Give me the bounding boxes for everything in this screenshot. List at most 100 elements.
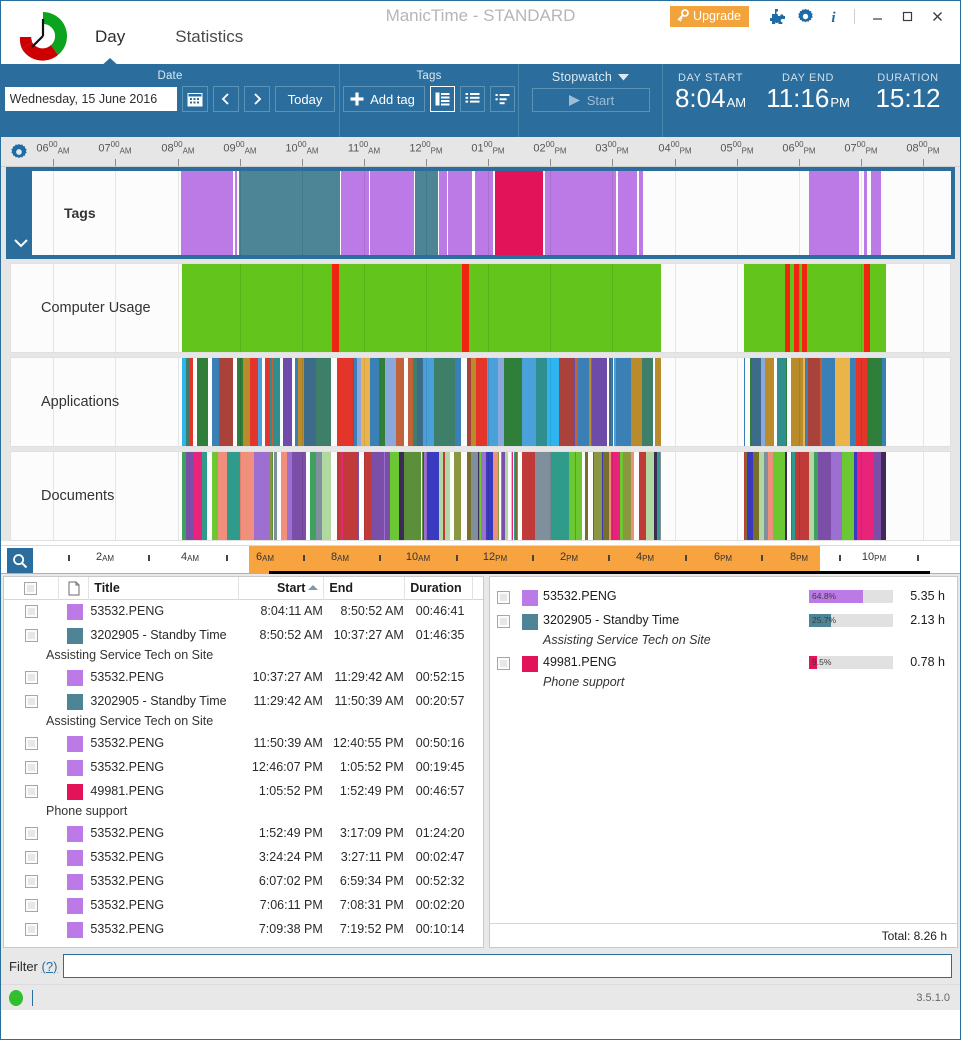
application-band-8[interactable] [538,358,547,446]
application-band-2[interactable] [190,358,193,446]
application-band-6[interactable] [835,358,850,446]
select-all-checkbox[interactable] [24,582,38,595]
document-band-5[interactable] [818,452,831,540]
document-band-11[interactable] [274,452,277,540]
document-band-8[interactable] [390,452,399,540]
close-button[interactable] [922,4,952,28]
application-band-16[interactable] [283,358,292,446]
application-band-9[interactable] [396,358,404,446]
header-end[interactable]: End [324,577,406,600]
row-checkbox[interactable] [25,671,39,684]
document-band-14[interactable] [427,452,439,540]
document-band-39[interactable] [660,452,661,540]
tag-band-7[interactable] [439,171,447,255]
row-checkbox-cell[interactable] [4,756,60,774]
view-detailed-list-button[interactable] [429,86,455,112]
tag-band-11[interactable] [491,171,493,255]
tags-collapse-handle[interactable] [10,171,32,255]
document-band-14[interactable] [292,452,306,540]
tag-band-18[interactable] [864,171,867,255]
application-band-15[interactable] [277,358,280,446]
document-band-33[interactable] [623,452,631,540]
usage-band-1[interactable] [332,264,339,352]
track-documents[interactable]: Documents [10,451,951,541]
gear-icon[interactable] [791,4,819,28]
document-band-34[interactable] [631,452,634,540]
application-band-9[interactable] [250,358,258,446]
application-band-3[interactable] [197,358,208,446]
tag-band-0[interactable] [181,171,233,255]
application-band-2[interactable] [752,358,761,446]
add-tag-button[interactable]: Add tag [343,86,425,112]
usage-band-3[interactable] [462,264,469,352]
document-band-26[interactable] [594,452,602,540]
document-band-5[interactable] [218,452,227,540]
row-checkbox-cell[interactable] [4,822,60,840]
today-button[interactable]: Today [274,86,336,112]
row-checkbox-cell[interactable] [4,600,60,618]
table-row[interactable]: 53532.PENG 8:04:11 AM 8:50:52 AM 00:46:41 [4,600,483,624]
document-band-11[interactable] [881,452,886,540]
header-duration[interactable]: Duration [405,577,474,600]
application-band-2[interactable] [476,358,487,446]
stopwatch-start-button[interactable]: Start [531,88,650,112]
application-band-20[interactable] [316,358,331,446]
usage-band-0[interactable] [182,264,332,352]
application-band-23[interactable] [642,358,653,446]
row-checkbox-cell[interactable] [4,666,60,684]
application-band-15[interactable] [455,358,461,446]
summary-row[interactable]: 3202905 - Standby Time 25.7% 2.13 h [490,609,957,633]
application-band-5[interactable] [822,358,835,446]
document-band-13[interactable] [512,452,513,540]
row-checkbox[interactable] [25,899,39,912]
row-checkbox[interactable] [25,851,39,864]
document-band-2[interactable] [795,452,809,540]
tag-band-15[interactable] [618,171,637,255]
document-band-7[interactable] [773,452,785,540]
view-summary-list-button[interactable] [489,86,515,112]
document-band-36[interactable] [646,452,654,540]
tag-band-1[interactable] [235,171,237,255]
row-checkbox-cell[interactable] [4,870,60,888]
timeline-overview-scrollbar[interactable]: 2AM 4AM 6AM 8AM 10AM 12PM 2PM 4PM 6PM 8PM 10PM [1,545,960,574]
header-start[interactable]: Start [239,577,325,600]
document-band-3[interactable] [358,452,359,540]
row-checkbox-cell[interactable] [4,690,60,708]
document-band-8[interactable] [254,452,270,540]
upgrade-button[interactable]: Upgrade [670,5,749,27]
application-band-4[interactable] [212,358,219,446]
document-band-6[interactable] [831,452,842,540]
document-band-8[interactable] [785,452,787,540]
date-input[interactable] [4,87,177,111]
document-band-7[interactable] [240,452,254,540]
row-checkbox-cell[interactable] [4,624,60,642]
application-band-20[interactable] [616,358,631,446]
calendar-picker-button[interactable] [181,86,208,112]
document-band-24[interactable] [585,452,588,540]
document-band-17[interactable] [522,452,535,540]
document-band-5[interactable] [371,452,384,540]
summary-checkbox[interactable] [497,615,510,628]
document-band-17[interactable] [445,452,450,540]
document-band-3[interactable] [202,452,207,540]
application-band-13[interactable] [423,358,434,446]
document-band-7[interactable] [842,452,854,540]
tags-track-canvas[interactable]: Tags [32,171,951,255]
row-checkbox-cell[interactable] [4,846,60,864]
table-row[interactable]: 53532.PENG 7:06:11 PM 7:08:31 PM 00:02:20 [4,894,483,918]
row-checkbox[interactable] [25,761,39,774]
application-band-14[interactable] [434,358,455,446]
application-band-8[interactable] [243,358,250,446]
tag-band-5[interactable] [370,171,414,255]
usage-band-4[interactable] [469,264,661,352]
row-checkbox-cell[interactable] [4,732,60,750]
document-band-8[interactable] [498,452,499,540]
row-checkbox-cell[interactable] [4,780,60,798]
document-band-18[interactable] [535,452,551,540]
table-row[interactable]: 53532.PENG 7:09:38 PM 7:19:52 PM 00:10:14 [4,918,483,942]
usage-band-5[interactable] [744,264,785,352]
summary-checkbox-cell[interactable] [490,585,517,604]
track-applications[interactable]: Applications [10,357,951,447]
application-band-5[interactable] [777,358,786,446]
view-compact-list-button[interactable] [459,86,485,112]
